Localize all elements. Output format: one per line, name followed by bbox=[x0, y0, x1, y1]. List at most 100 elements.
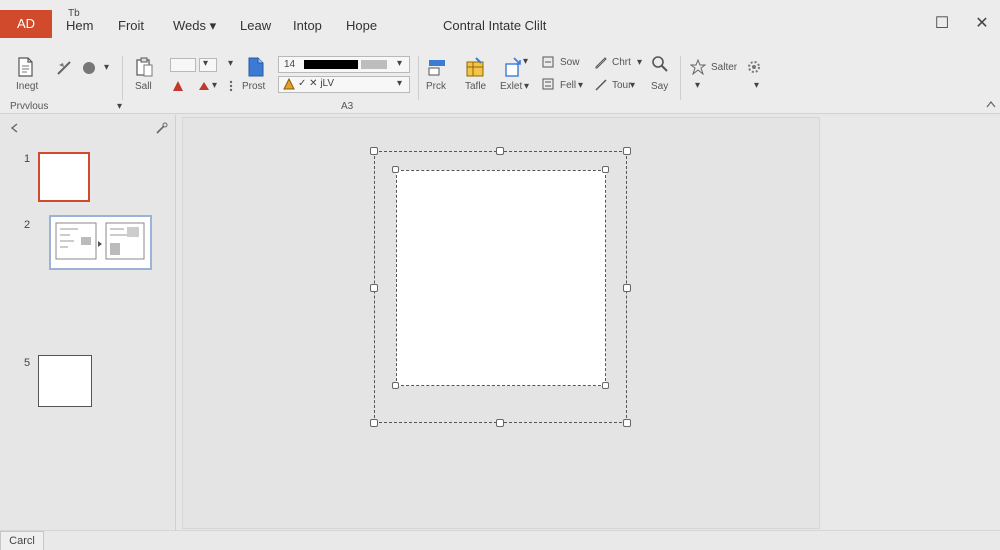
resize-handle-left[interactable] bbox=[370, 284, 378, 292]
table-icon bbox=[466, 57, 484, 77]
chevron-down-icon[interactable]: ▾ bbox=[228, 58, 233, 69]
menu-weds[interactable]: Weds ▾ bbox=[173, 18, 216, 34]
extract-icon bbox=[505, 57, 521, 77]
resize-handle-top-right[interactable] bbox=[623, 147, 631, 155]
slide-number-2: 2 bbox=[24, 219, 31, 231]
menu-front[interactable]: Froit bbox=[118, 18, 144, 33]
page-blue-icon bbox=[248, 57, 264, 77]
wrench-icon[interactable] bbox=[156, 122, 168, 134]
chevron-down-icon[interactable]: ▾ bbox=[637, 57, 642, 68]
chevron-down-icon[interactable]: ▾ bbox=[212, 80, 217, 91]
menu-intop[interactable]: Intop bbox=[293, 18, 322, 33]
group-divider bbox=[122, 56, 123, 100]
resize-handle-bottom[interactable] bbox=[496, 419, 504, 427]
title-bar: AD Tb Hem Froit Weds ▾ Leaw Intop Hope C… bbox=[0, 0, 1000, 50]
sow-icon bbox=[542, 56, 554, 68]
chevron-down-icon[interactable]: ▾ bbox=[754, 80, 759, 91]
sow-button[interactable] bbox=[542, 56, 554, 68]
say-label: Say bbox=[651, 81, 669, 92]
group-divider bbox=[418, 56, 419, 100]
alert-icon[interactable] bbox=[283, 78, 295, 90]
status-bar: Carcl bbox=[0, 530, 1000, 550]
menu-hope[interactable]: Hope bbox=[346, 18, 377, 33]
tour-button[interactable] bbox=[594, 78, 608, 92]
collapse-ribbon-icon[interactable] bbox=[986, 100, 996, 108]
circle-icon[interactable] bbox=[81, 60, 97, 76]
close-icon[interactable]: ✕ bbox=[972, 14, 992, 34]
previous-label: Prvvlous bbox=[10, 101, 49, 112]
document-title: Contral Intate Clilt bbox=[443, 18, 547, 33]
slides-panel-header bbox=[0, 115, 176, 143]
highlight-icon[interactable] bbox=[198, 80, 210, 92]
shapes-icon[interactable] bbox=[56, 60, 72, 76]
style-box[interactable] bbox=[170, 58, 196, 72]
extract-button[interactable] bbox=[502, 56, 524, 78]
inner-handle-top-left[interactable] bbox=[392, 166, 399, 173]
table-button[interactable] bbox=[464, 56, 486, 78]
restore-icon[interactable]: ☐ bbox=[932, 14, 952, 34]
inner-handle-bottom-right[interactable] bbox=[602, 382, 609, 389]
image-placeholder[interactable] bbox=[396, 170, 606, 386]
fell-button[interactable] bbox=[542, 78, 554, 90]
chart-label: Chrt bbox=[612, 57, 631, 68]
document-icon bbox=[18, 57, 33, 77]
more-icon[interactable] bbox=[229, 80, 233, 92]
insert-button[interactable] bbox=[14, 56, 36, 78]
chevron-down-icon[interactable]: ▾ bbox=[117, 101, 122, 112]
tour-label: Tour bbox=[612, 80, 632, 91]
chevron-down-icon[interactable]: ▾ bbox=[397, 58, 402, 69]
sail-label: Sall bbox=[135, 81, 152, 92]
slide-thumbnail-1[interactable] bbox=[38, 152, 90, 202]
pick-button[interactable] bbox=[426, 56, 448, 78]
chevron-down-icon[interactable]: ▾ bbox=[630, 80, 635, 91]
brush-icon bbox=[595, 79, 607, 91]
paste-button[interactable] bbox=[246, 56, 266, 78]
paste-label: Prost bbox=[242, 81, 266, 92]
font-style-bar bbox=[361, 60, 387, 69]
cancel-button[interactable]: Carcl bbox=[0, 531, 44, 550]
table-label: Tafle bbox=[465, 81, 487, 92]
say-button[interactable] bbox=[651, 55, 669, 73]
pick-label: Prck bbox=[426, 81, 446, 92]
font-color-icon[interactable] bbox=[172, 80, 184, 92]
fell-icon bbox=[542, 78, 554, 90]
pick-icon bbox=[428, 60, 445, 76]
insert-label: Inegt bbox=[16, 81, 39, 92]
font-size-value: 14 bbox=[284, 59, 296, 70]
salter-button[interactable] bbox=[690, 59, 706, 75]
format-text[interactable]: ✓ ✕ jLV bbox=[298, 78, 334, 89]
chevron-down-icon[interactable]: ▾ bbox=[104, 62, 109, 73]
back-icon[interactable] bbox=[10, 123, 20, 133]
chevron-down-icon[interactable]: ▾ bbox=[523, 56, 528, 67]
sow-label: Sow bbox=[560, 57, 580, 68]
fell-label: Fell bbox=[560, 80, 577, 91]
group-label: A3 bbox=[341, 101, 354, 112]
inner-handle-top-right[interactable] bbox=[602, 166, 609, 173]
slide-thumbnail-5[interactable] bbox=[38, 355, 92, 407]
extract-label: Exlet bbox=[500, 81, 523, 92]
slide-number-1: 1 bbox=[24, 153, 31, 165]
menu-home[interactable]: Hem bbox=[66, 18, 93, 33]
resize-handle-bottom-right[interactable] bbox=[623, 419, 631, 427]
sail-button[interactable] bbox=[133, 56, 155, 78]
chart-button[interactable] bbox=[594, 55, 608, 69]
resize-handle-top-left[interactable] bbox=[370, 147, 378, 155]
gear-icon[interactable] bbox=[746, 59, 762, 75]
menu-leaw[interactable]: Leaw bbox=[240, 18, 271, 33]
inner-handle-bottom-left[interactable] bbox=[392, 382, 399, 389]
right-workspace bbox=[820, 117, 1000, 529]
slide-thumbnail-2[interactable] bbox=[49, 215, 152, 270]
search-icon bbox=[652, 56, 668, 72]
chevron-down-icon[interactable]: ▾ bbox=[695, 80, 700, 91]
resize-handle-right[interactable] bbox=[623, 284, 631, 292]
resize-handle-bottom-left[interactable] bbox=[370, 419, 378, 427]
chevron-down-icon[interactable]: ▾ bbox=[578, 80, 583, 91]
slides-panel: 1 2 5 bbox=[0, 115, 176, 550]
slide-number-5: 5 bbox=[24, 357, 31, 369]
slide-preview-icon bbox=[55, 222, 145, 260]
chevron-down-icon[interactable]: ▾ bbox=[524, 81, 529, 92]
app-badge[interactable]: AD bbox=[0, 10, 52, 38]
resize-handle-top[interactable] bbox=[496, 147, 504, 155]
chevron-down-icon[interactable]: ▾ bbox=[397, 78, 402, 89]
font-name-bar bbox=[304, 60, 358, 69]
